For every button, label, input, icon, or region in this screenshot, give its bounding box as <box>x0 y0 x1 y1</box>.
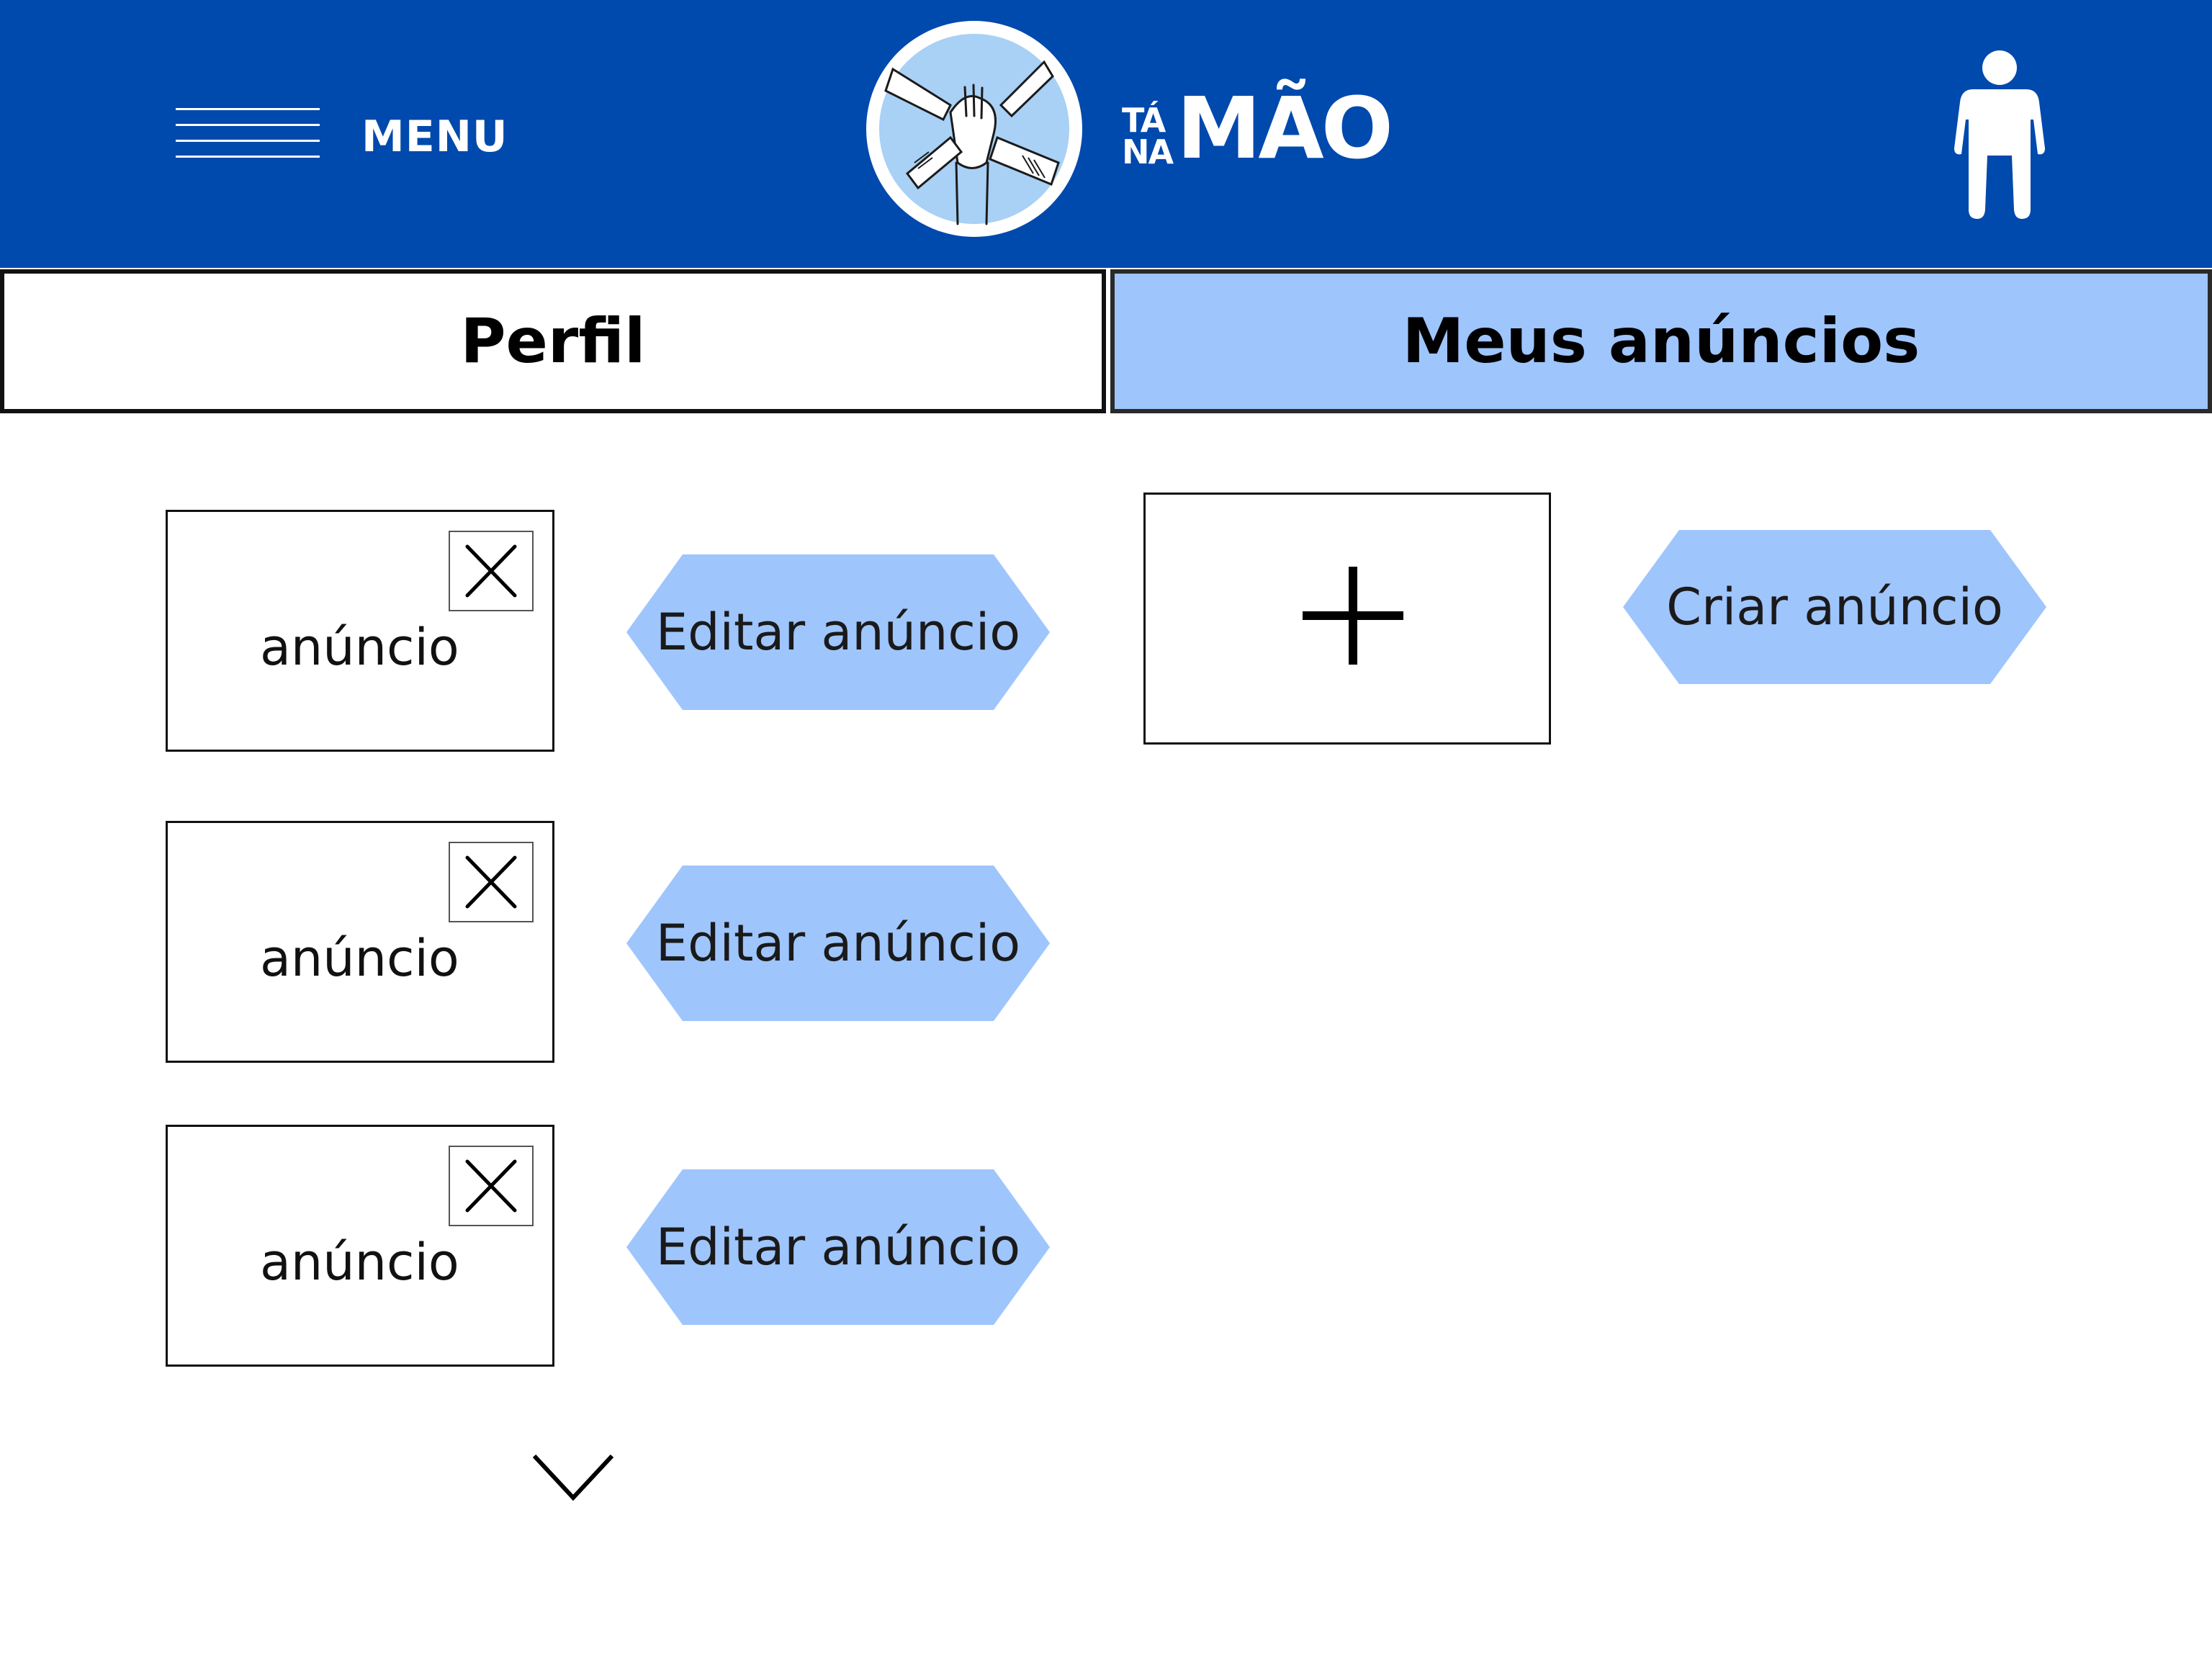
ta-na-mao-logo[interactable]: TÁ NA MÃO <box>864 19 1440 239</box>
delete-ad-button[interactable] <box>449 1146 534 1226</box>
plus-icon <box>1303 567 1403 665</box>
ad-card[interactable]: anúncio <box>166 1125 554 1367</box>
edit-ad-button[interactable]: Editar anúncio <box>626 554 1050 710</box>
delete-ad-button[interactable] <box>449 842 534 922</box>
delete-ad-button[interactable] <box>449 531 534 611</box>
close-icon <box>465 1159 517 1213</box>
create-ad-button[interactable]: Criar anúncio <box>1623 530 2046 684</box>
menu-button[interactable]: MENU <box>170 102 544 174</box>
edit-ad-button[interactable]: Editar anúncio <box>626 866 1050 1021</box>
menu-label: MENU <box>361 112 508 162</box>
tab-perfil[interactable]: Perfil <box>0 269 1106 413</box>
hands-together-icon <box>866 21 1082 237</box>
tab-meus-anuncios[interactable]: Meus anúncios <box>1110 269 2212 413</box>
ad-card[interactable]: anúncio <box>166 510 554 752</box>
edit-ad-button[interactable]: Editar anúncio <box>626 1169 1050 1325</box>
person-icon[interactable] <box>1953 48 2046 220</box>
app-header: MENU TÁ NA MÃO <box>0 0 2212 268</box>
ad-label: anúncio <box>260 618 459 677</box>
ad-label: anúncio <box>260 1233 459 1292</box>
ad-label: anúncio <box>260 929 459 988</box>
hamburger-icon <box>176 108 320 158</box>
logo-text-mao: MÃO <box>1177 78 1393 178</box>
logo-text-na: NA <box>1122 132 1174 171</box>
ad-card[interactable]: anúncio <box>166 821 554 1063</box>
close-icon <box>465 544 517 598</box>
new-ad-card[interactable] <box>1143 493 1551 745</box>
close-icon <box>465 855 517 909</box>
chevron-down-icon[interactable] <box>530 1447 616 1505</box>
